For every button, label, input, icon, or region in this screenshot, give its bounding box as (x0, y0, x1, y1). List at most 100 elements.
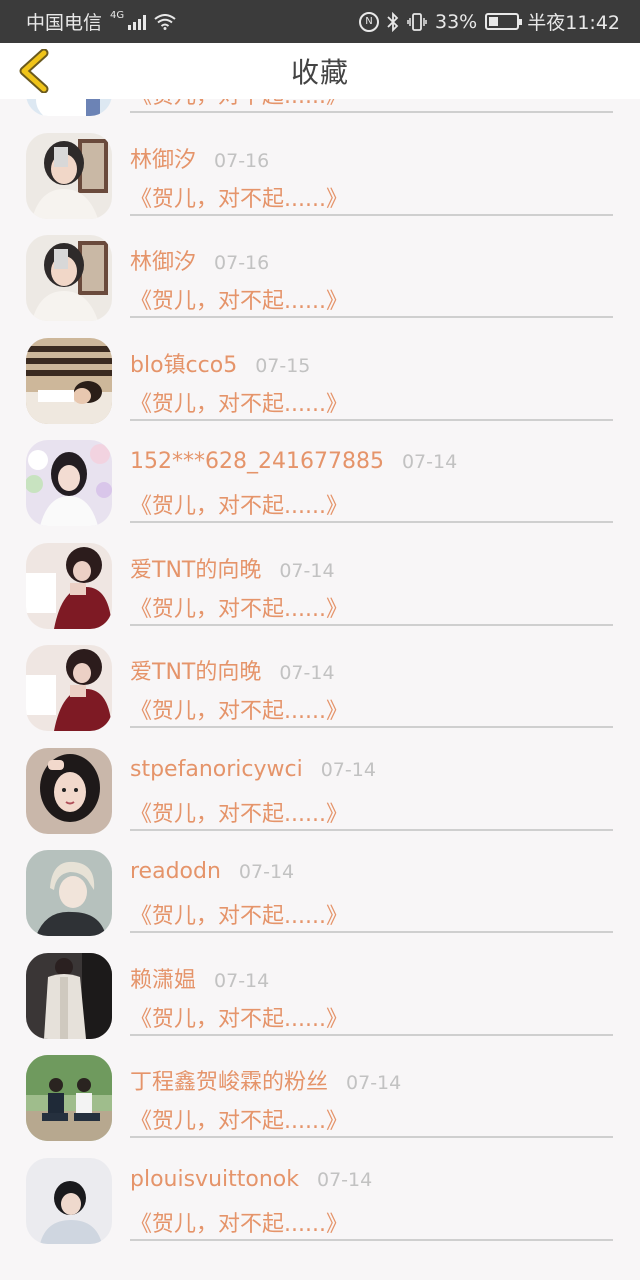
signal-icon (128, 14, 147, 30)
favorite-meta: 林御汐 07-16 (130, 142, 269, 174)
favorite-list-item[interactable]: plouisvuittonok 07-14 《贺儿，对不起......》 (0, 1145, 640, 1248)
story-title[interactable]: 《贺儿，对不起......》 (130, 591, 348, 623)
favorite-list-item[interactable]: 林御汐 07-16 《贺儿，对不起......》 (0, 222, 640, 325)
title-bar: 收藏 (0, 43, 640, 99)
favorite-list-item[interactable]: 爱TNT的向晚 07-14 《贺儿，对不起......》 (0, 632, 640, 735)
avatar-image (26, 1055, 112, 1141)
avatar-image (26, 850, 112, 936)
author-name[interactable]: 林御汐 (130, 142, 196, 174)
divider (130, 521, 613, 523)
network-type: 4G (110, 10, 125, 21)
author-name[interactable]: plouisvuittonok (130, 1167, 299, 1192)
avatar-image (26, 952, 112, 1039)
divider (130, 1136, 613, 1138)
favorite-list-item[interactable]: 林御汐 07-16 《贺儿，对不起......》 (0, 120, 640, 223)
story-title[interactable]: 《贺儿，对不起......》 (130, 181, 348, 213)
bluetooth-icon (387, 11, 399, 32)
favorite-date: 07-14 (401, 451, 458, 473)
story-title[interactable]: 《贺儿，对不起......》 (130, 693, 348, 725)
favorite-date: 07-14 (279, 662, 335, 684)
battery-percent: 33% (435, 10, 478, 33)
avatar-image (26, 132, 112, 219)
avatar[interactable] (26, 132, 112, 219)
divider (130, 111, 613, 113)
favorite-meta: readodn 07-14 (130, 859, 294, 884)
favorite-list-item[interactable]: 赖潇媪 07-14 《贺儿，对不起......》 (0, 940, 640, 1043)
favorite-date: 07-14 (320, 758, 376, 781)
favorite-date: 07-14 (238, 861, 295, 883)
avatar[interactable] (26, 645, 112, 731)
author-name[interactable]: 赖潇媪 (130, 962, 196, 994)
favorite-list-item[interactable]: readodn 07-14 《贺儿，对不起......》 (0, 837, 640, 940)
avatar-image (26, 1157, 112, 1244)
avatar[interactable] (26, 747, 112, 834)
story-title[interactable]: 《贺儿，对不起......》 (130, 1206, 348, 1238)
favorite-list-item[interactable]: blo镇cco5 07-15 《贺儿，对不起......》 (0, 325, 640, 428)
avatar-image (26, 645, 112, 731)
favorite-meta: 爱TNT的向晚 07-14 (130, 552, 335, 584)
avatar-image (26, 542, 112, 629)
avatar[interactable] (26, 235, 112, 321)
battery-icon (485, 13, 523, 30)
story-title[interactable]: 《贺儿，对不起......》 (130, 1001, 348, 1033)
favorite-meta: 爱TNT的向晚 07-14 (130, 654, 335, 686)
favorite-date: 07-14 (279, 559, 335, 582)
favorite-meta: stpefanoricywci 07-14 (130, 757, 376, 782)
divider (130, 931, 613, 933)
avatar[interactable] (26, 952, 112, 1039)
story-title[interactable]: 《贺儿，对不起......》 (130, 488, 348, 520)
favorite-date: 07-15 (255, 354, 311, 377)
favorite-date: 07-16 (214, 252, 270, 274)
divider (130, 726, 613, 728)
author-name[interactable]: stpefanoricywci (130, 757, 303, 782)
author-name[interactable]: blo镇cco5 (130, 347, 237, 379)
author-name[interactable]: 152***628_241677885 (130, 449, 384, 474)
author-name[interactable]: 丁程鑫贺峻霖的粉丝 (130, 1064, 328, 1096)
avatar[interactable] (26, 1055, 112, 1141)
divider (130, 623, 613, 626)
favorite-date: 07-16 (214, 149, 270, 172)
status-bar: 中国电信 4G N 33% 半夜11:42 (0, 0, 640, 43)
avatar-image (26, 440, 112, 526)
divider (130, 418, 613, 421)
alarm-icon: N (359, 11, 379, 32)
favorite-meta: plouisvuittonok 07-14 (130, 1167, 372, 1192)
page-title: 收藏 (290, 56, 349, 89)
avatar-image (26, 337, 112, 424)
wifi-icon (154, 13, 176, 30)
story-title[interactable]: 《贺儿，对不起......》 (130, 796, 348, 828)
carrier-label: 中国电信 (26, 12, 103, 34)
favorite-date: 07-14 (346, 1072, 402, 1094)
avatar-image (26, 747, 112, 834)
avatar[interactable] (26, 850, 112, 936)
avatar[interactable] (26, 1157, 112, 1244)
favorite-list-item[interactable]: 丁程鑫贺峻霖的粉丝 07-14 《贺儿，对不起......》 (0, 1042, 640, 1145)
divider (130, 1238, 613, 1241)
divider (130, 1033, 613, 1036)
favorite-meta: 赖潇媪 07-14 (130, 962, 269, 994)
vibrate-icon (407, 12, 427, 31)
avatar[interactable] (26, 542, 112, 629)
author-name[interactable]: 爱TNT的向晚 (130, 654, 261, 686)
avatar-image (26, 235, 112, 321)
avatar[interactable] (26, 337, 112, 424)
favorite-date: 07-14 (214, 969, 270, 992)
author-name[interactable]: 林御汐 (130, 244, 196, 276)
favorite-meta: 丁程鑫贺峻霖的粉丝 07-14 (130, 1064, 401, 1096)
divider (130, 316, 613, 318)
favorites-list[interactable]: 《贺儿，对不起......》林御汐 07-16 《贺儿，对不起......》林御汐 0… (0, 43, 640, 1280)
story-title[interactable]: 《贺儿，对不起......》 (130, 1103, 348, 1135)
favorite-meta: blo镇cco5 07-15 (130, 347, 310, 379)
story-title[interactable]: 《贺儿，对不起......》 (130, 283, 348, 315)
favorite-list-item[interactable]: 爱TNT的向晚 07-14 《贺儿，对不起......》 (0, 530, 640, 633)
avatar[interactable] (26, 440, 112, 526)
divider (130, 828, 613, 831)
author-name[interactable]: 爱TNT的向晚 (130, 552, 261, 584)
favorite-list-item[interactable]: stpefanoricywci 07-14 《贺儿，对不起......》 (0, 735, 640, 838)
story-title[interactable]: 《贺儿，对不起......》 (130, 386, 348, 418)
story-title[interactable]: 《贺儿，对不起......》 (130, 898, 348, 930)
back-arrow-icon[interactable] (14, 49, 58, 93)
favorite-meta: 林御汐 07-16 (130, 244, 269, 276)
author-name[interactable]: readodn (130, 859, 221, 884)
favorite-list-item[interactable]: 152***628_241677885 07-14 《贺儿，对不起......》 (0, 427, 640, 530)
